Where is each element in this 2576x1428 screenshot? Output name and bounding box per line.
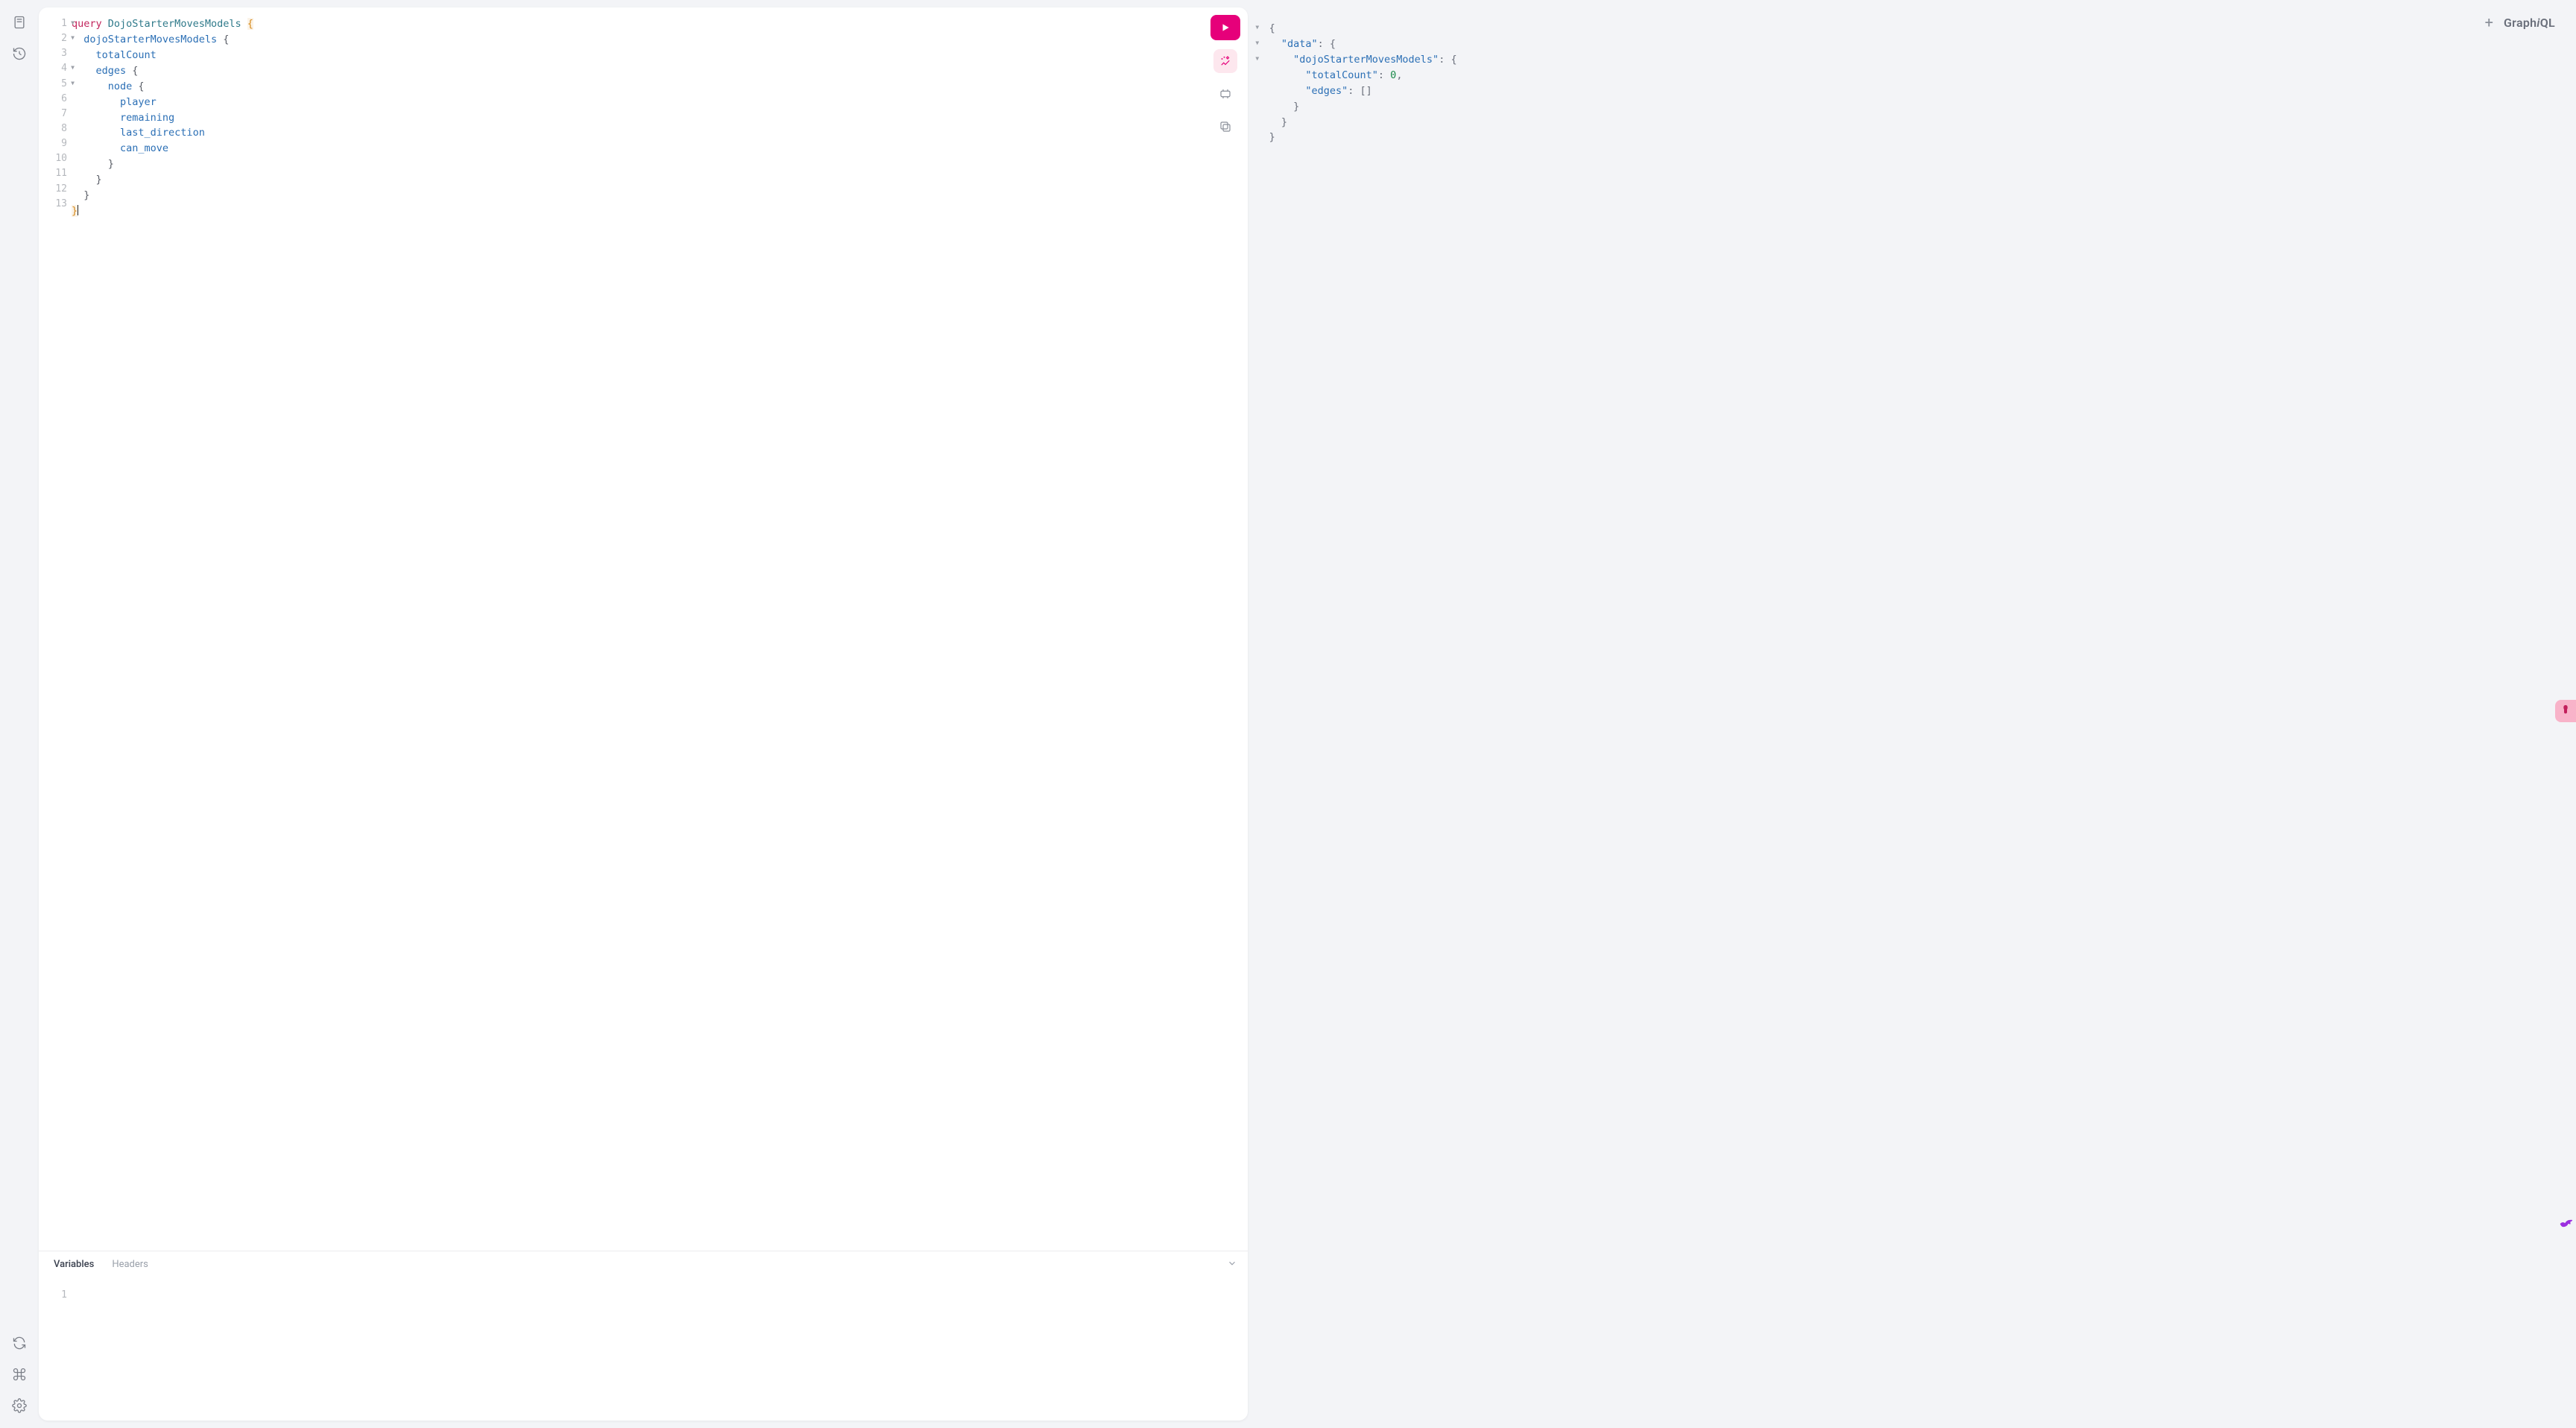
left-sidebar [0,0,39,1428]
prettify-button[interactable] [1213,49,1237,73]
fold-toggle[interactable]: ▼ [71,63,75,72]
fold-toggle[interactable]: ▼ [1255,39,1259,48]
variables-panel: Variables Headers 1 [39,1251,1248,1421]
fold-toggle[interactable]: ▼ [71,19,75,28]
support-widget[interactable] [2557,1214,2576,1233]
editor-actions [1210,15,1240,139]
collapse-button[interactable] [1227,1257,1237,1271]
variables-gutter: 1 [39,1274,72,1421]
response-json[interactable]: ▼{ ▼"data": { ▼"dojoStarterMovesModels":… [1257,21,2560,145]
history-icon[interactable] [10,45,28,63]
main-area: 1▼2▼34▼5▼678910111213 query DojoStarterM… [39,0,2576,1428]
query-code[interactable]: query DojoStarterMovesModels { dojoStart… [72,7,1248,1251]
tab-variables[interactable]: Variables [54,1259,94,1270]
shortcuts-icon[interactable] [10,1365,28,1383]
query-editor[interactable]: 1▼2▼34▼5▼678910111213 query DojoStarterM… [39,7,1248,1251]
copy-button[interactable] [1213,115,1237,139]
editor-panel: 1▼2▼34▼5▼678910111213 query DojoStarterM… [39,7,1248,1421]
variables-code[interactable] [72,1274,1248,1421]
fold-toggle[interactable]: ▼ [71,34,75,42]
refresh-icon[interactable] [10,1334,28,1352]
variables-editor[interactable]: 1 [39,1274,1248,1421]
devtools-badge[interactable] [2555,700,2576,722]
response-panel: + GraphiQL ▼{ ▼"data": { ▼"dojoStarterMo… [1248,7,2569,1421]
execute-button[interactable] [1210,15,1240,40]
tab-headers[interactable]: Headers [112,1259,148,1270]
fold-toggle[interactable]: ▼ [71,79,75,88]
bottom-tabs: Variables Headers [39,1251,1248,1274]
query-gutter: 1▼2▼34▼5▼678910111213 [39,7,72,1251]
fold-toggle[interactable]: ▼ [1255,23,1259,32]
fold-toggle[interactable]: ▼ [1255,54,1259,63]
settings-icon[interactable] [10,1397,28,1415]
docs-icon[interactable] [10,13,28,31]
merge-button[interactable] [1213,82,1237,106]
